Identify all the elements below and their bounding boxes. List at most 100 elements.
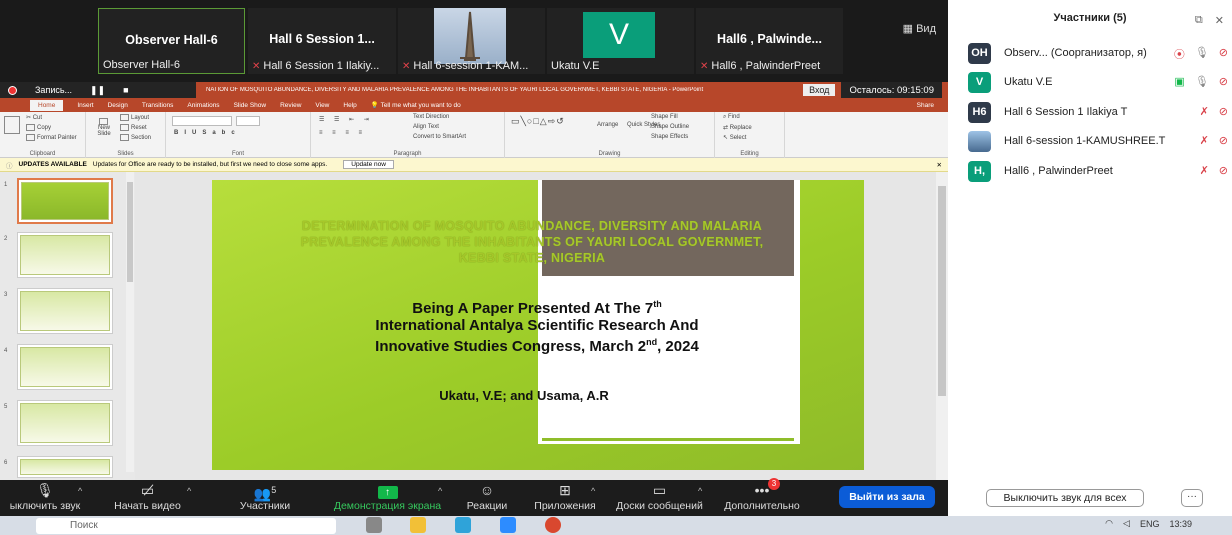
- taskbar-search[interactable]: Поиск: [36, 518, 336, 534]
- stop-icon[interactable]: ■: [123, 85, 128, 95]
- font-size-box[interactable]: [236, 116, 260, 126]
- participants-button[interactable]: 👥5 Участники: [232, 480, 298, 516]
- align-buttons[interactable]: ≡ ≡ ≡ ≡: [319, 130, 366, 136]
- tab-home[interactable]: Home: [30, 99, 64, 111]
- tab-animations[interactable]: Animations: [187, 102, 219, 109]
- tab-help[interactable]: Help: [343, 102, 356, 109]
- shape-effects-button[interactable]: Shape Effects: [651, 134, 688, 140]
- tab-design[interactable]: Design: [108, 102, 128, 109]
- format-painter-button[interactable]: Format Painter: [26, 134, 77, 141]
- participant-row[interactable]: OH Observ... (Соорганизатор, я) ⦿ 🎙 ⊘: [968, 43, 1228, 65]
- slide-thumbnail[interactable]: [17, 232, 113, 278]
- tell-me-search[interactable]: 💡 Tell me what you want to do: [371, 101, 461, 109]
- chevron-up-icon[interactable]: ^: [591, 486, 595, 496]
- slide-thumbnail[interactable]: [17, 178, 113, 224]
- chevron-up-icon[interactable]: ^: [187, 486, 191, 496]
- zoom-app-icon[interactable]: [500, 517, 516, 533]
- scroll-thumb[interactable]: [938, 186, 946, 396]
- list-buttons[interactable]: ☰ ☰ ⇤ ⇥: [319, 116, 373, 123]
- font-format-buttons[interactable]: BIUSabc: [174, 130, 241, 136]
- slide-canvas[interactable]: DETERMINATION OF MOSQUITO ABUNDANCE, DIV…: [212, 180, 864, 470]
- slide-thumbnail[interactable]: [17, 456, 113, 478]
- section-button[interactable]: Section: [120, 134, 151, 141]
- pause-icon[interactable]: ❚❚: [90, 85, 105, 96]
- slide-thumbnail[interactable]: [17, 288, 113, 334]
- more-options-button[interactable]: ···: [1181, 489, 1203, 507]
- recording-indicator[interactable]: Запись... ❚❚ ■: [0, 82, 196, 98]
- language-indicator[interactable]: ENG: [1140, 519, 1160, 529]
- participant-row[interactable]: Hall 6-session 1-KAMUSHREE.T ✗ ⊘: [968, 131, 1228, 153]
- mute-button[interactable]: 🎙 ыключить звук ^: [0, 480, 90, 516]
- tab-transitions[interactable]: Transitions: [142, 102, 174, 109]
- chevron-up-icon[interactable]: ^: [438, 486, 442, 496]
- avatar: [968, 131, 991, 152]
- edge-icon[interactable]: [455, 517, 471, 533]
- slide-scrollbar[interactable]: [936, 172, 948, 480]
- slide-subtitle[interactable]: Being A Paper Presented At The 7th Inter…: [292, 296, 782, 355]
- update-now-button[interactable]: Update now: [343, 160, 394, 169]
- video-tile-ukatu[interactable]: V Ukatu V.E: [547, 8, 694, 74]
- video-tile-hall6-session1[interactable]: Hall 6 Session 1... ✕ Hall 6 Session 1 Il…: [248, 8, 396, 74]
- find-button[interactable]: ⌕ Find: [723, 114, 740, 121]
- tile-label-text: Hall 6-session 1-KAM...: [413, 60, 529, 72]
- select-button[interactable]: ↖ Select: [723, 134, 746, 141]
- popout-icon[interactable]: ⧉: [1195, 14, 1203, 27]
- share-screen-button[interactable]: ↑ Демонстрация экрана ^: [330, 480, 445, 516]
- copy-button[interactable]: Copy: [26, 124, 51, 131]
- align-text-button[interactable]: Align Text: [413, 124, 439, 130]
- participant-row[interactable]: H6 Hall 6 Session 1 Ilakiya T ✗ ⊘: [968, 102, 1228, 124]
- reactions-button[interactable]: ☺ Реакции: [462, 480, 512, 516]
- slide-thumbnail[interactable]: [17, 400, 113, 446]
- tab-insert[interactable]: Insert: [77, 102, 93, 109]
- whiteboards-button[interactable]: ▭ Доски сообщений ^: [612, 480, 707, 516]
- slide-thumbnail[interactable]: [17, 344, 113, 390]
- video-tile-observer[interactable]: Observer Hall-6 Observer Hall-6: [98, 8, 245, 74]
- enter-button[interactable]: Вход: [803, 84, 836, 96]
- chevron-up-icon[interactable]: ^: [78, 486, 82, 496]
- shape-outline-button[interactable]: Shape Outline: [651, 124, 689, 130]
- tile-name: Observer Hall-6: [125, 33, 218, 47]
- text-direction-button[interactable]: Text Direction: [413, 114, 449, 120]
- share-button[interactable]: Share: [917, 102, 934, 109]
- slide-title[interactable]: DETERMINATION OF MOSQUITO ABUNDANCE, DIV…: [282, 218, 782, 266]
- start-video-button[interactable]: ▭̸ Начать видео ^: [105, 480, 191, 516]
- replace-button[interactable]: ⇄ Replace: [723, 124, 752, 131]
- shapes-gallery[interactable]: ▭╲○□△⇨↺: [511, 116, 565, 127]
- shape-fill-button[interactable]: Shape Fill: [651, 114, 678, 120]
- thumbnail-scrollbar[interactable]: [126, 172, 134, 472]
- volume-icon[interactable]: ◁: [1123, 518, 1130, 529]
- video-tile-kamushree[interactable]: ✕ Hall 6-session 1-KAM...: [398, 8, 545, 74]
- tab-review[interactable]: Review: [280, 102, 301, 109]
- close-icon[interactable]: ✕: [937, 161, 942, 169]
- convert-smartart-button[interactable]: Convert to SmartArt: [413, 134, 466, 140]
- apps-button[interactable]: ⊞ Приложения ^: [530, 480, 600, 516]
- tab-view[interactable]: View: [315, 102, 329, 109]
- arrange-button[interactable]: Arrange: [597, 122, 618, 128]
- clock[interactable]: 13:39: [1169, 519, 1192, 529]
- file-explorer-icon[interactable]: [410, 517, 426, 533]
- scroll-thumb[interactable]: [127, 182, 133, 282]
- more-button[interactable]: ••• 3 Дополнительно: [720, 478, 804, 516]
- mic-off-icon: ✕: [402, 60, 411, 72]
- participant-row[interactable]: H, Hall6 , PalwinderPreet ✗ ⊘: [968, 161, 1228, 183]
- slide-authors[interactable]: Ukatu, V.E; and Usama, A.R: [324, 388, 724, 403]
- update-bar: ⓘ UPDATES AVAILABLE Updates for Office a…: [0, 158, 948, 172]
- tab-slide-show[interactable]: Slide Show: [234, 102, 267, 109]
- leave-room-button[interactable]: Выйти из зала: [839, 486, 935, 508]
- wifi-icon[interactable]: ◠: [1105, 518, 1113, 529]
- layout-button[interactable]: Layout: [120, 114, 149, 121]
- window-title: NATION OF MOSQUITO ABUNDANCE, DIVERSITY …: [206, 87, 704, 93]
- participant-row[interactable]: V Ukatu V.E ▣ 🎙 ⊘: [968, 72, 1228, 94]
- task-view-icon[interactable]: [366, 517, 382, 533]
- video-tile-palwinder[interactable]: Hall6 , Palwinde... ✕ Hall6 , PalwinderPr…: [696, 8, 843, 74]
- view-button[interactable]: ▦ Вид: [903, 22, 936, 35]
- font-name-box[interactable]: [172, 116, 232, 126]
- mute-all-button[interactable]: Выключить звук для всех: [986, 489, 1144, 507]
- cut-button[interactable]: ✂ Cut: [26, 114, 42, 121]
- close-icon[interactable]: ✕: [1215, 14, 1224, 27]
- chrome-icon[interactable]: [545, 517, 561, 533]
- new-slide-button[interactable]: New Slide: [92, 118, 116, 137]
- reset-button[interactable]: Reset: [120, 124, 147, 131]
- chevron-up-icon[interactable]: ^: [698, 486, 702, 496]
- paste-button[interactable]: [4, 116, 22, 134]
